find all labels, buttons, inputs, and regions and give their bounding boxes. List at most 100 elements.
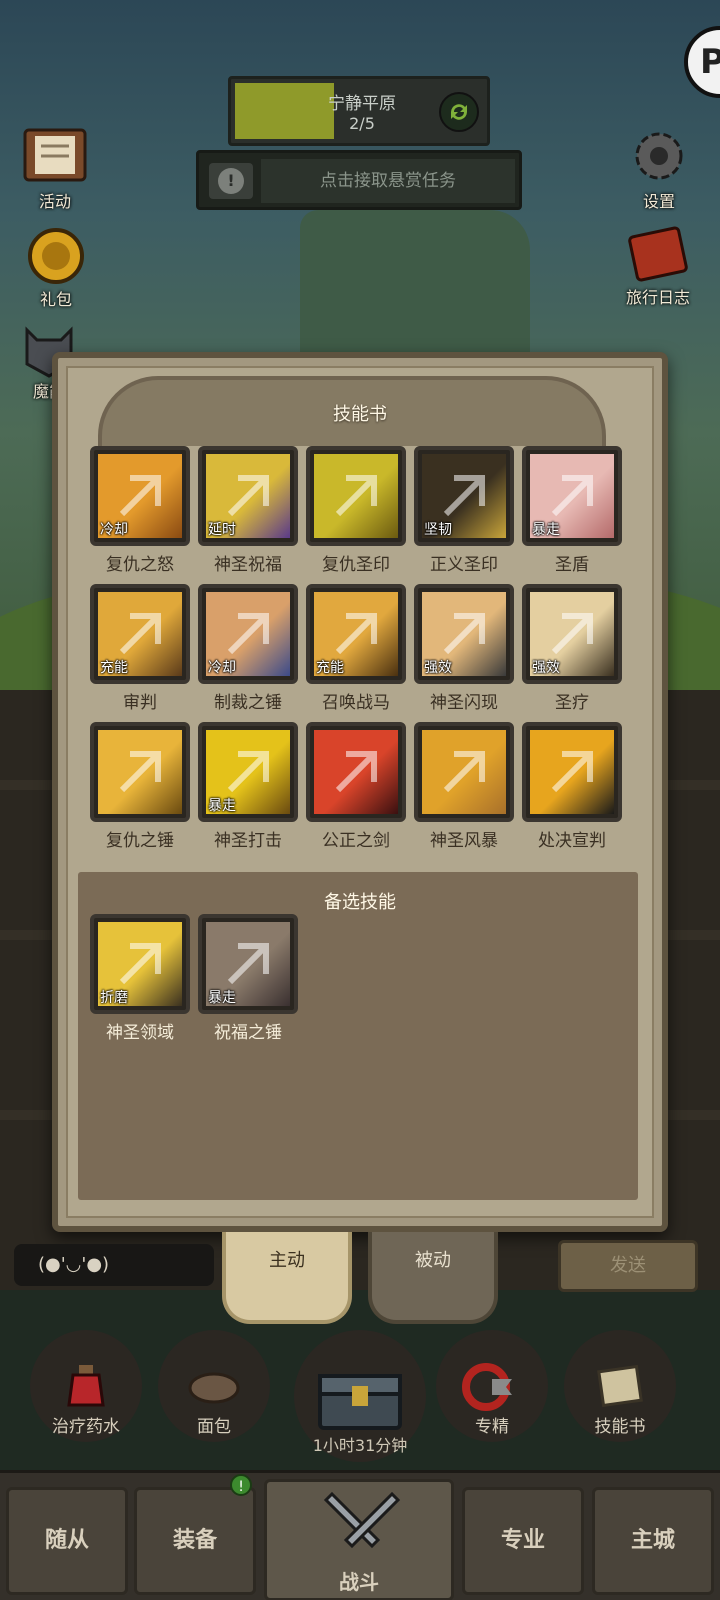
refresh-icon[interactable]: [439, 92, 479, 132]
skill-tag: 强效: [424, 660, 452, 676]
area-progress-box[interactable]: 宁静平原 2/5: [228, 76, 490, 146]
quick-specialty[interactable]: 专精: [436, 1330, 548, 1442]
skill-book-panel: 技能书 备选技能 冷却 复仇之怒 延时 神圣祝福 复仇圣印 坚韧 正义圣印 暴走 圣盾 充能 审判冷…: [52, 352, 668, 1232]
menu-travel-log[interactable]: 旅行日志: [608, 224, 708, 308]
skill-slot[interactable]: 暴走神圣打击: [198, 722, 298, 851]
skill-slot[interactable]: 复仇之锤: [90, 722, 190, 851]
skill-icon: [422, 730, 506, 814]
skill-frame: 充能: [306, 584, 406, 684]
journal-icon: [608, 224, 708, 284]
crossed-swords-icon: [323, 1491, 401, 1549]
skill-frame: 冷却: [90, 446, 190, 546]
skill-frame: [414, 722, 514, 822]
skill-tag: 暴走: [208, 990, 236, 1006]
skill-frame: 暴走: [198, 722, 298, 822]
skill-name: 神圣风暴: [430, 831, 498, 851]
skill-frame: [90, 722, 190, 822]
skill-name: 神圣闪现: [430, 693, 498, 713]
nav-profession[interactable]: 专业: [462, 1487, 584, 1595]
tab-passive-skills[interactable]: 被动: [368, 1232, 498, 1324]
skill-tag: 暴走: [208, 798, 236, 814]
nav-followers[interactable]: 随从: [6, 1487, 128, 1595]
quick-bread[interactable]: 面包: [158, 1330, 270, 1442]
menu-settings[interactable]: 设置: [614, 126, 704, 212]
skill-slot[interactable]: 冷却复仇之怒: [90, 446, 190, 575]
equipment-badge: !: [230, 1474, 252, 1496]
skill-icon: [530, 730, 614, 814]
chat-input[interactable]: (●'◡'●): [14, 1244, 214, 1286]
skill-frame: 强效: [522, 584, 622, 684]
send-button[interactable]: 发送: [558, 1240, 698, 1292]
skill-name: 复仇圣印: [322, 555, 390, 575]
bounty-quest-text: 点击接取悬赏任务: [261, 159, 515, 203]
quick-skillbook-label: 技能书: [594, 1417, 646, 1437]
skill-tag: 折磨: [100, 990, 128, 1006]
skill-slot[interactable]: 折磨神圣领域: [90, 914, 190, 1043]
skill-name: 审判: [123, 693, 157, 713]
skill-slot[interactable]: 暴走圣盾: [522, 446, 622, 575]
reserve-skills-title: 备选技能: [324, 892, 396, 913]
skill-icon: [98, 730, 182, 814]
skill-slot[interactable]: 冷却 制裁之锤: [198, 584, 298, 713]
quick-potion-label: 治疗药水: [52, 1417, 120, 1437]
skill-slot[interactable]: 处决宣判: [522, 722, 622, 851]
skill-tag: 强效: [532, 660, 560, 676]
skill-slot[interactable]: 坚韧正义圣印: [414, 446, 514, 575]
skill-name: 复仇之锤: [106, 831, 174, 851]
skill-frame: 强效: [414, 584, 514, 684]
skill-slot[interactable]: 延时神圣祝福: [198, 446, 298, 575]
skill-slot[interactable]: 充能召唤战马: [306, 584, 406, 713]
bounty-quest-bar[interactable]: ! 点击接取悬赏任务: [196, 150, 522, 210]
skill-slot[interactable]: 充能 审判: [90, 584, 190, 713]
skill-frame: 充能: [90, 584, 190, 684]
skill-slot[interactable]: 复仇圣印: [306, 446, 406, 575]
skill-name: 制裁之锤: [214, 693, 282, 713]
quick-healing-potion[interactable]: 治疗药水: [30, 1330, 142, 1442]
skill-name: 正义圣印: [430, 555, 498, 575]
skill-name: 神圣领域: [106, 1023, 174, 1043]
skill-slot[interactable]: 强效圣疗: [522, 584, 622, 713]
skill-tag: 延时: [208, 522, 236, 538]
nav-main-city[interactable]: 主城: [592, 1487, 714, 1595]
skill-frame: 坚韧: [414, 446, 514, 546]
skill-name: 神圣祝福: [214, 555, 282, 575]
nav-battle[interactable]: 战斗: [264, 1479, 454, 1600]
skill-name: 圣疗: [555, 693, 589, 713]
chest-timer: 1小时31分钟: [312, 1436, 408, 1455]
skill-frame: [306, 722, 406, 822]
skill-name: 圣盾: [555, 555, 589, 575]
skill-name: 处决宣判: [538, 831, 606, 851]
menu-events[interactable]: 活动: [10, 126, 100, 212]
skill-slot[interactable]: 强效神圣闪现: [414, 584, 514, 713]
skill-name: 复仇之怒: [106, 555, 174, 575]
bottom-navigation: 随从 装备 战斗 专业 主城: [0, 1470, 720, 1600]
skill-name: 祝福之锤: [214, 1023, 282, 1043]
skill-name: 公正之剑: [322, 831, 390, 851]
skill-name: 神圣打击: [214, 831, 282, 851]
menu-gift-label: 礼包: [39, 290, 72, 309]
skill-slot[interactable]: 暴走祝福之锤: [198, 914, 298, 1043]
skill-frame: 延时: [198, 446, 298, 546]
skill-tag: 坚韧: [424, 522, 452, 538]
skill-tag: 冷却: [100, 522, 128, 538]
quick-bread-label: 面包: [197, 1417, 231, 1437]
skill-icon: [314, 454, 398, 538]
skill-tag: 暴走: [532, 522, 560, 538]
skill-slot[interactable]: 神圣风暴: [414, 722, 514, 851]
quick-specialty-label: 专精: [475, 1417, 509, 1437]
gear-icon: [614, 126, 704, 188]
skill-frame: 暴走: [198, 914, 298, 1014]
nav-equipment[interactable]: 装备: [134, 1487, 256, 1595]
exclamation-icon: !: [209, 163, 253, 199]
skill-name: 召唤战马: [322, 693, 390, 713]
skill-frame: [522, 722, 622, 822]
skill-book-title: 技能书: [333, 404, 387, 425]
menu-gift[interactable]: 礼包: [14, 226, 98, 310]
skill-tag: 充能: [316, 660, 344, 676]
tab-active-skills[interactable]: 主动: [222, 1232, 352, 1324]
menu-events-label: 活动: [38, 192, 71, 211]
menu-travel-log-label: 旅行日志: [625, 288, 690, 307]
skill-slot[interactable]: 公正之剑: [306, 722, 406, 851]
gift-coin-icon: [14, 226, 98, 286]
quick-skillbook[interactable]: 技能书: [564, 1330, 676, 1442]
